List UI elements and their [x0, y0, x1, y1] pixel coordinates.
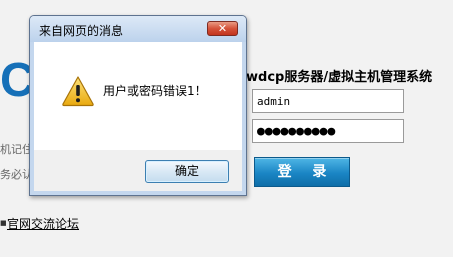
login-button[interactable]: 登 录	[254, 157, 350, 187]
dialog-body: 用户或密码错误1！	[34, 42, 242, 150]
warning-icon	[62, 76, 94, 107]
forum-link[interactable]: 官网交流论坛	[7, 215, 79, 232]
dialog-footer: 确定	[34, 150, 242, 191]
bullet-icon: ■	[0, 219, 7, 227]
system-title: wdcp服务器/虚拟主机管理系统	[246, 70, 433, 85]
dialog-titlebar[interactable]: 来自网页的消息 ✕	[30, 16, 246, 42]
close-button[interactable]: ✕	[207, 21, 238, 36]
close-icon: ✕	[217, 22, 228, 35]
alert-dialog: 来自网页的消息 ✕ 用户或密码错误1！ 确定	[29, 15, 247, 196]
password-input[interactable]	[252, 119, 404, 143]
dialog-title: 来自网页的消息	[39, 24, 124, 38]
ok-button[interactable]: 确定	[145, 160, 229, 183]
username-input[interactable]	[252, 89, 404, 113]
dialog-message: 用户或密码错误1！	[103, 84, 207, 98]
